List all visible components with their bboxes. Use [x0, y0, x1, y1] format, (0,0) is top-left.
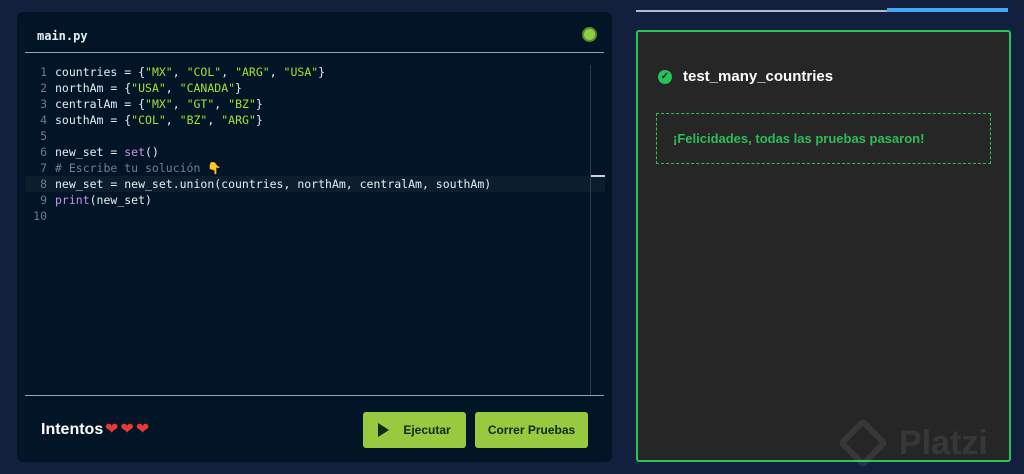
code-token: "USA" [283, 65, 319, 79]
code-token: } [255, 113, 263, 127]
editor-header: main.py [17, 12, 612, 52]
code-token: "ARG" [221, 113, 256, 127]
line-number: 3 [40, 97, 47, 111]
code-line[interactable]: 7 # Escribe tu solución 👇 [25, 160, 605, 176]
line-number: 8 [40, 177, 47, 191]
code-token: , [165, 113, 180, 127]
line-number: 9 [40, 193, 47, 207]
code-token: , [269, 65, 284, 79]
line-number: 7 [40, 161, 47, 175]
code-line[interactable]: 8 new_set = new_set.union(countries, nort… [25, 176, 605, 192]
run-tests-button-label: Correr Pruebas [487, 423, 576, 437]
code-token: northAm = { [55, 81, 132, 95]
success-message: ¡Felicidades, todas las pruebas pasaron! [673, 131, 925, 146]
code-token: countries = { [55, 65, 146, 79]
test-result-header: ✓ test_many_countries [658, 68, 833, 85]
code-token: , [172, 65, 187, 79]
code-token: "USA" [131, 81, 166, 95]
code-token: new_set = [55, 145, 125, 159]
test-results-panel: ✓ test_many_countries ¡Felicidades, toda… [636, 30, 1011, 462]
code-line[interactable]: 10 [25, 208, 605, 224]
code-token: , [221, 65, 236, 79]
code-token: } [235, 81, 242, 95]
code-token: (new_set) [89, 193, 152, 207]
code-token: "GT" [186, 97, 215, 111]
line-number: 4 [40, 113, 47, 127]
line-number: 6 [40, 145, 47, 159]
footer-divider [25, 395, 604, 396]
code-token: print [55, 193, 90, 207]
scrollbar-thumb[interactable] [591, 175, 605, 177]
code-area[interactable]: 1 countries = {"MX", "COL", "ARG", "USA"}… [25, 64, 605, 395]
code-line[interactable]: 2 northAm = {"USA", "CANADA"} [25, 80, 605, 96]
scrollbar[interactable] [590, 65, 605, 396]
check-icon: ✓ [658, 69, 672, 84]
code-token: new_set = new_set.union(countries, north… [55, 177, 492, 191]
line-number: 2 [40, 81, 47, 95]
code-line[interactable]: 9 print(new_set) [25, 192, 605, 208]
hearts-icon: ❤❤❤ [105, 421, 152, 438]
success-message-box: ¡Felicidades, todas las pruebas pasaron! [656, 113, 991, 164]
line-number: 5 [40, 129, 47, 143]
test-name: test_many_countries [683, 68, 834, 85]
code-token: centralAm = { [55, 97, 146, 111]
code-token: southAm = { [55, 113, 132, 127]
code-token: set [124, 145, 146, 159]
file-name: main.py [37, 29, 88, 43]
platzi-logo-icon [837, 417, 889, 469]
play-icon [378, 423, 390, 437]
header-divider [25, 52, 604, 53]
code-editor-panel: main.py 1 countries = {"MX", "COL", "ARG"… [17, 12, 612, 462]
line-number: 10 [33, 209, 47, 223]
code-token: } [318, 65, 326, 79]
status-indicator-icon [582, 27, 597, 42]
code-token: , [214, 97, 229, 111]
code-line[interactable]: 1 countries = {"MX", "COL", "ARG", "USA"} [25, 64, 605, 80]
code-line[interactable]: 5 [25, 128, 605, 144]
code-token: "COL" [186, 65, 222, 79]
code-line[interactable]: 4 southAm = {"COL", "BZ", "ARG"} [25, 112, 605, 128]
code-token: # Escribe tu solución 👇 [55, 161, 222, 175]
run-tests-button[interactable]: Correr Pruebas [475, 412, 588, 448]
code-token: "MX" [145, 65, 173, 79]
tab-active-indicator[interactable] [887, 8, 1008, 12]
code-token: "COL" [131, 113, 166, 127]
code-token: "CANADA" [179, 81, 236, 95]
code-token: "MX" [145, 97, 173, 111]
code-line[interactable]: 6 new_set = set() [25, 144, 605, 160]
code-token: } [255, 97, 263, 111]
code-token: () [145, 145, 159, 159]
run-button[interactable]: Ejecutar [363, 412, 466, 448]
code-token: , [165, 81, 180, 95]
code-token: "ARG" [235, 65, 270, 79]
code-line[interactable]: 3 centralAm = {"MX", "GT", "BZ"} [25, 96, 605, 112]
watermark-text: Platzi [899, 423, 988, 462]
attempts-label: Intentos [41, 421, 104, 438]
run-button-label: Ejecutar [403, 423, 451, 437]
code-token: , [207, 113, 222, 127]
platzi-watermark: Platzi [837, 417, 988, 469]
line-number: 1 [40, 65, 47, 79]
code-token: "BZ" [228, 97, 256, 111]
code-token: "BZ" [179, 113, 208, 127]
code-token: , [172, 97, 187, 111]
